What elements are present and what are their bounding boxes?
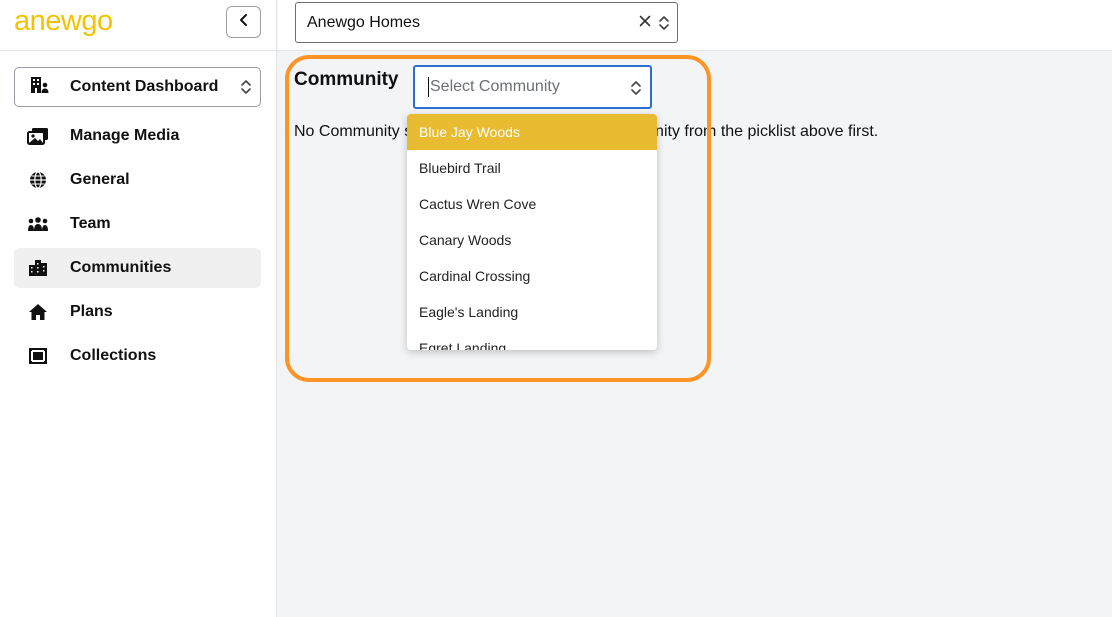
sidebar-item-label: Collections: [70, 347, 157, 364]
dashboard-select[interactable]: Content Dashboard: [14, 67, 261, 107]
highlight-annotation: [285, 55, 711, 382]
sidebar: anewgo Content Dashboard Manage Media Ge…: [0, 0, 277, 617]
city-icon: [26, 258, 50, 278]
sidebar-nav: Manage Media General Team Communities Pl…: [14, 116, 261, 380]
home-icon: [26, 302, 50, 322]
dashboard-select-label: Content Dashboard: [70, 78, 219, 95]
builder-select[interactable]: Anewgo Homes: [295, 2, 678, 43]
sidebar-item-label: Manage Media: [70, 127, 180, 144]
sidebar-item-plans[interactable]: Plans: [14, 292, 261, 332]
chevron-updown-icon: [240, 78, 252, 101]
sidebar-item-label: Team: [70, 215, 111, 232]
sidebar-item-manage-media[interactable]: Manage Media: [14, 116, 261, 156]
sidebar-item-label: Plans: [70, 303, 113, 320]
topbar: Anewgo Homes: [278, 0, 1112, 50]
people-icon: [26, 214, 50, 234]
builder-select-value: Anewgo Homes: [307, 13, 420, 31]
sidebar-item-team[interactable]: Team: [14, 204, 261, 244]
chevron-updown-icon: [658, 15, 670, 36]
sidebar-item-collections[interactable]: Collections: [14, 336, 261, 376]
sidebar-item-general[interactable]: General: [14, 160, 261, 200]
collapse-sidebar-button[interactable]: [226, 6, 261, 38]
clear-icon[interactable]: [639, 14, 651, 32]
chevron-left-icon: [238, 13, 250, 32]
building-person-icon: [30, 76, 50, 99]
images-icon: [26, 126, 50, 146]
globe-icon: [26, 170, 50, 190]
sidebar-item-label: Communities: [70, 259, 172, 276]
collection-icon: [26, 346, 50, 366]
anewgo-logo[interactable]: anewgo: [14, 5, 113, 37]
sidebar-item-label: General: [70, 171, 130, 188]
header-divider: [0, 50, 1112, 51]
sidebar-item-communities[interactable]: Communities: [14, 248, 261, 288]
